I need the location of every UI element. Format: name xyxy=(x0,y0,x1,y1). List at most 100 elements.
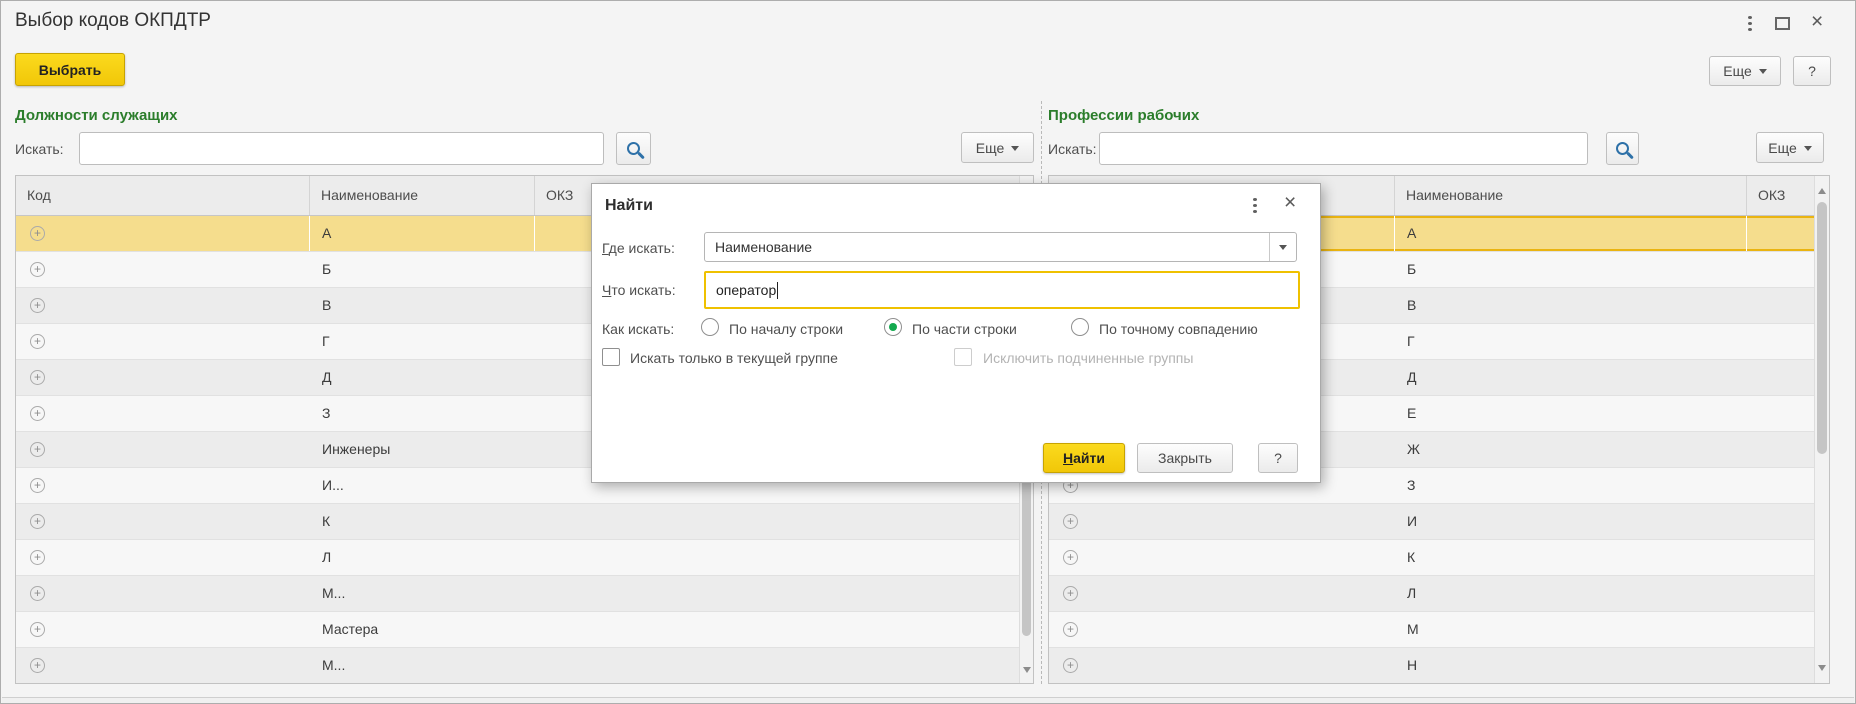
row-name-cell: Б xyxy=(310,252,535,287)
row-name-cell: И... xyxy=(310,468,535,503)
right-table-scrollbar[interactable] xyxy=(1814,176,1829,683)
where-combobox[interactable]: Наименование xyxy=(704,232,1297,262)
scroll-up-icon[interactable] xyxy=(1818,184,1826,194)
left-search-button[interactable] xyxy=(616,132,651,165)
radio-exact-label[interactable]: По точному совпадению xyxy=(1099,321,1258,337)
dropdown-button[interactable] xyxy=(1269,233,1296,261)
row-code-cell xyxy=(16,216,310,251)
expand-plus-icon[interactable] xyxy=(30,478,45,493)
row-name-cell: В xyxy=(1395,288,1747,323)
row-name-cell: Е xyxy=(1395,396,1747,431)
row-code-cell xyxy=(1049,612,1395,647)
table-row[interactable]: И xyxy=(1049,504,1829,540)
row-okz-cell xyxy=(535,612,1033,647)
scroll-down-icon[interactable] xyxy=(1818,665,1826,675)
dialog-help-button[interactable]: ? xyxy=(1258,443,1298,473)
expand-plus-icon[interactable] xyxy=(30,226,45,241)
table-row[interactable]: Л xyxy=(1049,576,1829,612)
expand-plus-icon[interactable] xyxy=(30,406,45,421)
row-name-cell: К xyxy=(310,504,535,539)
right-search-label: Искать: xyxy=(1048,141,1097,157)
close-button[interactable]: Закрыть xyxy=(1137,443,1233,473)
row-code-cell xyxy=(16,252,310,287)
radio-part-label[interactable]: По части строки xyxy=(912,321,1017,337)
row-code-cell xyxy=(16,648,310,683)
expand-plus-icon[interactable] xyxy=(30,622,45,637)
expand-plus-icon[interactable] xyxy=(30,334,45,349)
table-row[interactable]: Л xyxy=(16,540,1033,576)
radio-part-of-string[interactable] xyxy=(884,318,902,336)
how-label: Как искать: xyxy=(602,321,674,337)
right-search-input[interactable] xyxy=(1099,132,1588,165)
expand-plus-icon[interactable] xyxy=(30,298,45,313)
checkbox-current-group[interactable] xyxy=(602,348,620,366)
row-name-cell: Ж xyxy=(1395,432,1747,467)
expand-plus-icon[interactable] xyxy=(30,550,45,565)
column-header-code[interactable]: Код xyxy=(16,176,310,215)
row-code-cell xyxy=(16,540,310,575)
row-name-cell: Д xyxy=(310,360,535,395)
checkbox-current-group-label[interactable]: Искать только в текущей группе xyxy=(630,350,838,366)
help-button-top[interactable]: ? xyxy=(1793,56,1831,86)
close-icon[interactable]: × xyxy=(1811,15,1823,29)
row-name-cell: З xyxy=(1395,468,1747,503)
select-button[interactable]: Выбрать xyxy=(15,53,125,86)
table-row[interactable]: Мастера xyxy=(16,612,1033,648)
dialog-kebab-icon[interactable] xyxy=(1248,196,1262,214)
row-name-cell: А xyxy=(310,216,535,251)
scroll-down-icon[interactable] xyxy=(1023,667,1031,677)
left-panel-title: Должности служащих xyxy=(15,107,178,124)
row-code-cell xyxy=(16,504,310,539)
right-panel-title: Профессии рабочих xyxy=(1048,107,1199,124)
expand-plus-icon[interactable] xyxy=(30,442,45,457)
row-name-cell: З xyxy=(310,396,535,431)
expand-plus-icon[interactable] xyxy=(30,262,45,277)
row-name-cell: К xyxy=(1395,540,1747,575)
expand-plus-icon[interactable] xyxy=(1063,550,1078,565)
dialog-title: Найти xyxy=(605,197,653,215)
right-more-button[interactable]: Еще xyxy=(1756,132,1824,163)
dialog-close-icon[interactable]: × xyxy=(1284,196,1296,210)
table-row[interactable]: К xyxy=(1049,540,1829,576)
radio-start-of-string[interactable] xyxy=(701,318,719,336)
window-bottom-edge xyxy=(2,697,1854,704)
right-search-button[interactable] xyxy=(1606,132,1639,165)
table-row[interactable]: К xyxy=(16,504,1033,540)
magnifier-icon xyxy=(627,142,640,155)
row-code-cell xyxy=(16,288,310,323)
radio-start-label[interactable]: По началу строки xyxy=(729,321,843,337)
table-row[interactable]: М... xyxy=(16,576,1033,612)
checkbox-exclude-subgroups[interactable] xyxy=(954,348,972,366)
expand-plus-icon[interactable] xyxy=(1063,658,1078,673)
expand-plus-icon[interactable] xyxy=(30,658,45,673)
maximize-icon[interactable] xyxy=(1775,17,1790,30)
expand-plus-icon[interactable] xyxy=(30,370,45,385)
expand-plus-icon[interactable] xyxy=(30,586,45,601)
row-name-cell: Л xyxy=(310,540,535,575)
column-header-name[interactable]: Наименование xyxy=(310,176,535,215)
row-name-cell: Б xyxy=(1395,252,1747,287)
scroll-thumb[interactable] xyxy=(1817,202,1827,454)
left-search-input[interactable] xyxy=(79,132,604,165)
where-label: Где искать: xyxy=(602,240,675,256)
table-row[interactable]: Н xyxy=(1049,648,1829,684)
row-code-cell xyxy=(1049,648,1395,683)
row-name-cell: Г xyxy=(1395,324,1747,359)
left-search-label: Искать: xyxy=(15,141,64,157)
window-kebab-icon[interactable] xyxy=(1743,14,1757,32)
chevron-down-icon xyxy=(1804,146,1812,155)
find-button[interactable]: Найти xyxy=(1043,443,1125,473)
expand-plus-icon[interactable] xyxy=(1063,622,1078,637)
more-button-top[interactable]: Еще xyxy=(1709,56,1781,86)
expand-plus-icon[interactable] xyxy=(1063,514,1078,529)
expand-plus-icon[interactable] xyxy=(30,514,45,529)
checkbox-exclude-subgroups-label: Исключить подчиненные группы xyxy=(983,350,1193,366)
what-input[interactable]: оператор xyxy=(704,271,1300,309)
table-row[interactable]: М... xyxy=(16,648,1033,684)
row-code-cell xyxy=(1049,576,1395,611)
left-more-button[interactable]: Еще xyxy=(961,132,1034,163)
table-row[interactable]: М xyxy=(1049,612,1829,648)
column-header-name[interactable]: Наименование xyxy=(1395,176,1747,215)
expand-plus-icon[interactable] xyxy=(1063,586,1078,601)
radio-exact-match[interactable] xyxy=(1071,318,1089,336)
